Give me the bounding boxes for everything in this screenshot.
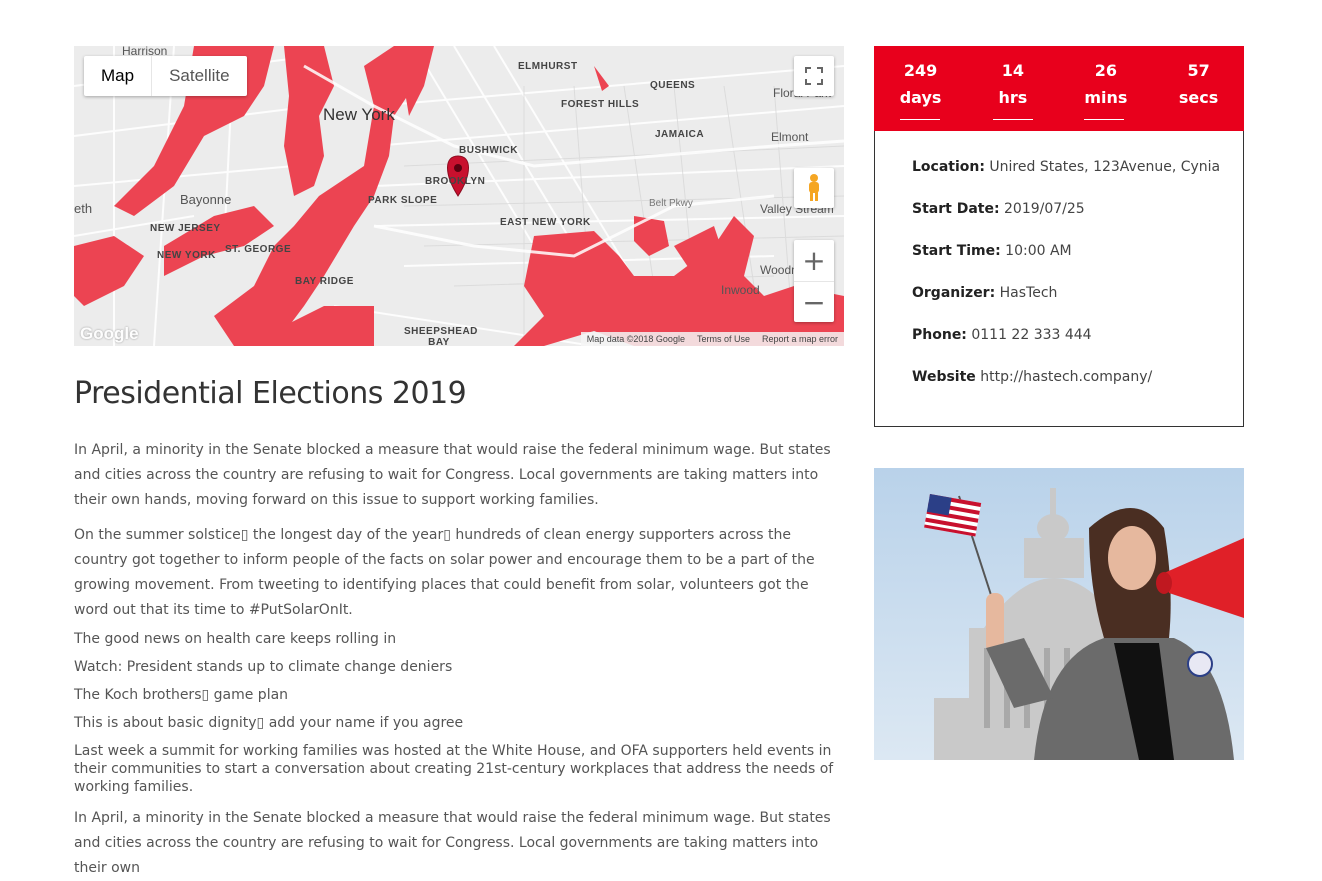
paragraph: The good news on health care keeps rolli…	[74, 631, 397, 647]
report-map-error-link[interactable]: Report a map error	[762, 334, 838, 344]
detail-start-date: Start Date: 2019/07/25	[912, 201, 1085, 217]
map-label: Bayonne	[180, 192, 232, 207]
countdown-minutes: 26 mins	[1084, 46, 1127, 120]
woman-with-megaphone-image	[874, 468, 1244, 760]
countdown-unit: hrs	[998, 88, 1028, 107]
zoom-control: + −	[794, 240, 834, 322]
detail-label: Organizer:	[912, 285, 996, 301]
countdown-hours: 14 hrs	[992, 46, 1033, 120]
paragraph: The Koch brothers▯ game plan	[74, 687, 289, 703]
countdown-unit: secs	[1178, 88, 1219, 107]
detail-location: Location: Unired States, 123Avenue, Cyni…	[912, 159, 1220, 175]
event-description: In April, a minority in the Senate block…	[74, 438, 846, 881]
map-label: QUEENS	[650, 80, 696, 91]
detail-value: Unired States, 123Avenue, Cynia	[984, 159, 1221, 175]
countdown-underline	[899, 119, 940, 120]
map-type-map-button[interactable]: Map	[84, 56, 153, 96]
map-label: eth	[74, 201, 93, 216]
detail-label: Phone:	[912, 327, 967, 343]
event-title: Presidential Elections 2019	[74, 376, 467, 411]
paragraph: Last week a summit for working families …	[74, 743, 834, 795]
countdown-value: 249	[903, 61, 938, 80]
detail-start-time: Start Time: 10:00 AM	[912, 243, 1072, 259]
countdown-days: 249 days	[899, 46, 942, 120]
paragraph: On the summer solstice▯ the longest day …	[74, 527, 815, 618]
zoom-in-button[interactable]: +	[794, 240, 834, 282]
map-label: NEW YORK	[157, 250, 216, 261]
map-type-control: Map Satellite	[84, 56, 247, 96]
street-view-pegman[interactable]	[794, 168, 834, 208]
detail-phone: Phone: 0111 22 333 444	[912, 327, 1092, 343]
detail-website: Website http://hastech.company/	[912, 369, 1152, 385]
website-link[interactable]: http://hastech.company/	[976, 369, 1152, 385]
fullscreen-icon	[805, 67, 823, 85]
countdown-timer: 249 days 14 hrs 26 mins 57 secs	[874, 46, 1244, 131]
countdown-underline	[992, 119, 1033, 120]
map-label: JAMAICA	[655, 129, 705, 140]
map-type-satellite-button[interactable]: Satellite	[152, 56, 246, 96]
paragraph: In April, a minority in the Senate block…	[74, 810, 831, 876]
map-label: Elmont	[771, 130, 809, 144]
fullscreen-button[interactable]	[794, 56, 834, 96]
event-photo	[874, 468, 1244, 760]
detail-value: HasTech	[995, 285, 1058, 301]
google-logo[interactable]: Google	[80, 324, 139, 344]
map-label: NEW JERSEY	[150, 223, 221, 234]
map-data-credit: Map data ©2018 Google	[586, 334, 685, 344]
detail-value: 10:00 AM	[1000, 243, 1072, 259]
map-attribution: Map data ©2018 Google Terms of Use Repor…	[580, 332, 844, 346]
location-map[interactable]: Harrison New York ELMHURST QUEENS FOREST…	[74, 46, 844, 346]
detail-organizer: Organizer: HasTech	[912, 285, 1057, 301]
paragraph: Watch: President stands up to climate ch…	[74, 659, 453, 675]
map-label: Inwood	[721, 283, 760, 297]
map-label: SHEEPSHEAD BAY	[404, 326, 478, 346]
map-label: EAST NEW YORK	[500, 217, 591, 228]
event-details-box: Location: Unired States, 123Avenue, Cyni…	[874, 131, 1244, 427]
detail-label: Website	[912, 369, 976, 385]
countdown-value: 57	[1187, 61, 1210, 80]
countdown-unit: mins	[1084, 88, 1128, 107]
map-label: BAY RIDGE	[295, 276, 354, 287]
paragraph: This is about basic dignity▯ add your na…	[74, 715, 464, 731]
map-label: PARK SLOPE	[368, 195, 438, 206]
zoom-out-button[interactable]: −	[794, 282, 834, 323]
map-label: ELMHURST	[518, 61, 578, 72]
countdown-underline	[1084, 119, 1125, 120]
countdown-seconds: 57 secs	[1179, 46, 1218, 114]
detail-value: 0111 22 333 444	[966, 327, 1092, 343]
terms-of-use-link[interactable]: Terms of Use	[697, 334, 750, 344]
map-label: Belt Pkwy	[649, 198, 693, 209]
map-label: BROOKLYN	[425, 176, 486, 187]
map-label: BUSHWICK	[459, 145, 518, 156]
map-label: FOREST HILLS	[561, 99, 640, 110]
countdown-unit: days	[899, 88, 942, 107]
detail-label: Start Time:	[912, 243, 1001, 259]
countdown-value: 26	[1094, 61, 1118, 80]
detail-label: Location:	[912, 159, 985, 175]
countdown-value: 14	[1001, 61, 1025, 80]
detail-label: Start Date:	[912, 201, 1000, 217]
map-label: New York	[323, 105, 395, 124]
paragraph: In April, a minority in the Senate block…	[74, 442, 831, 508]
map-label: ST. GEORGE	[225, 244, 292, 255]
detail-value: 2019/07/25	[999, 201, 1085, 217]
pegman-icon	[809, 174, 819, 201]
